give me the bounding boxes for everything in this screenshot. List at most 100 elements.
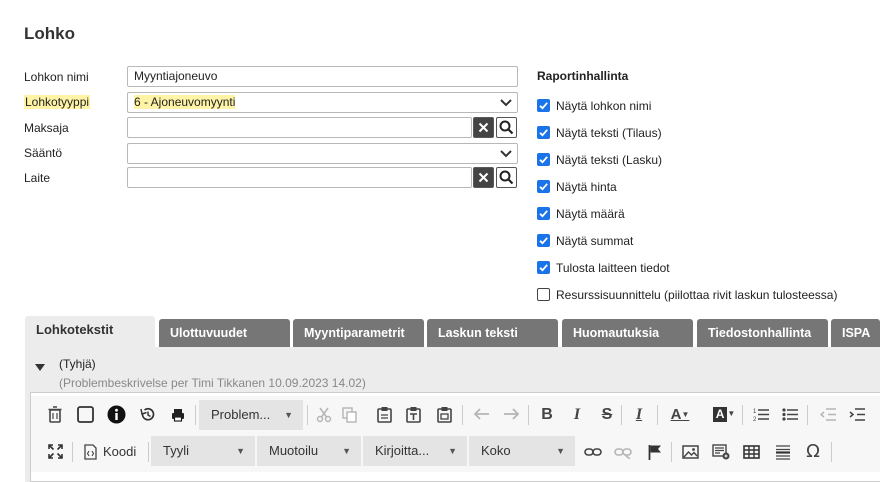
style-combo-value: Tyyli: [163, 443, 189, 458]
block-name-value: Myyntiajoneuvo: [134, 69, 218, 83]
close-icon: [478, 122, 489, 133]
anchor-flag-icon[interactable]: [648, 444, 662, 460]
section-header: (Tyhjä): [59, 357, 96, 371]
checkbox-icon[interactable]: [77, 406, 94, 423]
remove-format-icon[interactable]: I: [629, 406, 649, 424]
svg-text:1: 1: [753, 409, 757, 415]
tab-sales-parameters[interactable]: Myyntiparametrit: [293, 319, 424, 347]
payer-search-button[interactable]: [496, 117, 517, 138]
link-icon[interactable]: [584, 446, 602, 458]
checkmark-icon: [539, 102, 548, 110]
strikethrough-icon[interactable]: S: [599, 406, 615, 424]
redo-icon[interactable]: [503, 408, 519, 420]
device-clear-button[interactable]: [473, 167, 494, 188]
chevron-down-icon: [500, 99, 512, 107]
checkbox-show-quantity[interactable]: [537, 207, 550, 220]
unlink-icon[interactable]: [614, 446, 632, 459]
paste-icon[interactable]: [377, 406, 392, 423]
media-embed-icon[interactable]: [712, 444, 730, 460]
label-rule: Sääntö: [24, 146, 63, 160]
checkbox-show-text-invoice[interactable]: [537, 153, 550, 166]
editor-toolbar-row-2: Koodi Tyyli ▼ Muotoilu ▼ Kirjoitta... ▼ Kok…: [31, 434, 880, 472]
search-icon: [499, 120, 514, 135]
label-block-name: Lohkon nimi: [24, 70, 89, 84]
checkmark-icon: [539, 237, 548, 245]
font-combo[interactable]: Kirjoitta... ▼: [363, 436, 467, 466]
toolbar-separator: [462, 405, 463, 425]
italic-icon[interactable]: I: [569, 406, 585, 424]
bold-icon[interactable]: B: [539, 406, 555, 424]
cut-icon[interactable]: [316, 407, 332, 423]
toolbar-separator: [195, 405, 196, 425]
payer-input[interactable]: [127, 117, 472, 138]
combo-arrow-icon: ▼: [284, 410, 293, 420]
style-combo[interactable]: Tyyli ▼: [151, 436, 255, 466]
history-icon[interactable]: [139, 406, 156, 423]
copy-icon[interactable]: [342, 407, 357, 423]
info-icon[interactable]: [107, 405, 126, 424]
checkbox-label: Näytä teksti (Lasku): [556, 153, 663, 167]
tab-ispa[interactable]: ISPA: [831, 319, 880, 347]
tab-invoice-text[interactable]: Laskun teksti: [427, 319, 558, 347]
collapse-triangle-icon[interactable]: [34, 362, 46, 372]
undo-icon[interactable]: [474, 408, 490, 420]
checkmark-icon: [539, 129, 548, 137]
outdent-icon[interactable]: [820, 407, 836, 422]
payer-clear-button[interactable]: [473, 117, 494, 138]
tab-dimensions[interactable]: Ulottuvuudet: [159, 319, 290, 347]
rule-select[interactable]: [127, 143, 518, 164]
toolbar-separator: [307, 405, 308, 425]
print-icon[interactable]: [171, 408, 185, 422]
paste-text-icon[interactable]: [406, 406, 421, 423]
checkbox-show-block-name[interactable]: [537, 99, 550, 112]
indent-icon[interactable]: [849, 407, 865, 422]
toolbar-separator: [528, 405, 529, 425]
toolbar-separator: [72, 442, 73, 462]
checkmark-icon: [539, 264, 548, 272]
checkbox-label: Resurssisuunnittelu (piilottaa rivit las…: [556, 288, 838, 302]
block-name-input[interactable]: Myyntiajoneuvo: [127, 66, 518, 87]
checkbox-label: Näytä lohkon nimi: [556, 99, 652, 113]
numbered-list-icon[interactable]: 12: [753, 407, 769, 422]
background-color-icon[interactable]: A ▼: [709, 405, 739, 423]
format-combo[interactable]: Muotoilu ▼: [257, 436, 361, 466]
source-code-icon[interactable]: [84, 444, 97, 460]
checkbox-show-price[interactable]: [537, 180, 550, 193]
label-payer: Maksaja: [24, 121, 69, 135]
device-search-button[interactable]: [496, 167, 517, 188]
toolbar-separator: [671, 442, 672, 462]
editor-toolbar-row-1: Problem... ▼ B I S I A▼ A ▼ 12: [31, 396, 880, 434]
label-device: Laite: [24, 171, 51, 185]
maximize-icon[interactable]: [48, 444, 63, 459]
device-input[interactable]: [127, 167, 472, 188]
template-combo[interactable]: Problem... ▼: [199, 400, 303, 430]
combo-arrow-icon: ▼: [236, 446, 245, 456]
horizontal-rule-icon[interactable]: [775, 444, 791, 460]
trash-icon[interactable]: [48, 406, 62, 423]
checkmark-icon: [539, 210, 548, 218]
source-button[interactable]: Koodi: [103, 444, 136, 459]
search-icon: [499, 170, 514, 185]
checkbox-label: Näytä summat: [556, 234, 634, 248]
table-icon[interactable]: [743, 445, 760, 459]
tab-file-management[interactable]: Tiedostonhallinta: [697, 319, 828, 347]
checkbox-show-text-order[interactable]: [537, 126, 550, 139]
size-combo[interactable]: Koko ▼: [469, 436, 575, 466]
chevron-down-icon: [500, 150, 512, 158]
bullet-list-icon[interactable]: [782, 407, 798, 422]
combo-arrow-icon: ▼: [556, 446, 565, 456]
tab-block-texts[interactable]: Lohkotekstit: [25, 316, 155, 347]
image-icon[interactable]: [682, 445, 699, 459]
checkbox-show-sums[interactable]: [537, 234, 550, 247]
page-title: Lohko: [24, 24, 75, 43]
special-character-icon[interactable]: Ω: [804, 443, 822, 461]
label-block-type: Lohkotyyppi: [24, 95, 91, 109]
checkbox-resource-planning[interactable]: [537, 288, 550, 301]
paste-word-icon[interactable]: [437, 406, 452, 423]
combo-arrow-icon: ▼: [448, 446, 457, 456]
block-type-select[interactable]: 6 - Ajoneuvomyynti: [127, 92, 518, 113]
checkbox-print-device-info[interactable]: [537, 261, 550, 274]
text-color-icon[interactable]: A▼: [665, 406, 695, 424]
toolbar-separator: [148, 442, 149, 462]
tab-notes[interactable]: Huomautuksia: [562, 319, 693, 347]
